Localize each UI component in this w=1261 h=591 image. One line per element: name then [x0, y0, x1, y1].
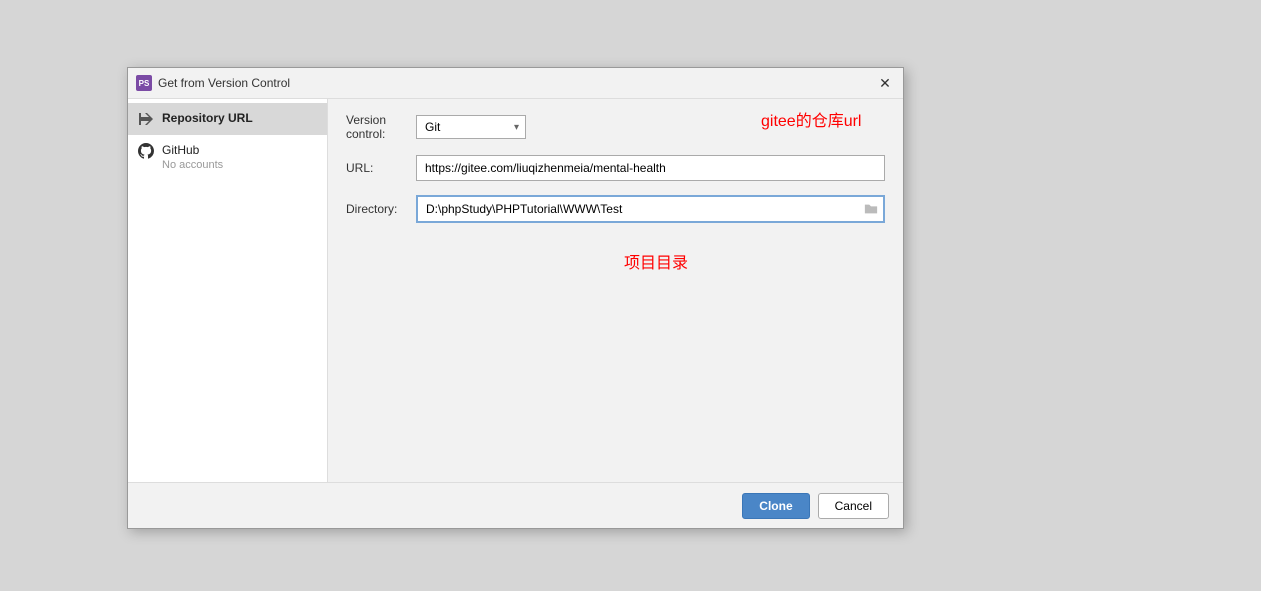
main-panel: Version control: Git URL: Directory: git…	[328, 99, 903, 482]
url-input[interactable]	[416, 155, 885, 181]
repository-icon	[138, 111, 154, 127]
sidebar-item-sublabel: No accounts	[162, 159, 223, 171]
version-control-select[interactable]: Git	[416, 115, 526, 139]
sidebar-item-labels: GitHub No accounts	[162, 143, 223, 171]
directory-input-wrapper	[416, 195, 885, 223]
sidebar-item-github[interactable]: GitHub No accounts	[128, 135, 327, 179]
dialog-title: Get from Version Control	[158, 76, 875, 90]
sidebar: Repository URL GitHub No accounts	[128, 99, 328, 482]
row-directory: Directory:	[346, 195, 885, 223]
sidebar-item-label: Repository URL	[162, 111, 253, 125]
close-icon[interactable]: ✕	[875, 75, 895, 92]
annotation-url: gitee的仓库url	[761, 107, 861, 131]
app-icon: PS	[136, 75, 152, 91]
folder-browse-icon[interactable]	[859, 202, 883, 216]
titlebar: PS Get from Version Control ✕	[128, 68, 903, 98]
annotation-directory: 项目目录	[624, 249, 688, 273]
dialog-body: Repository URL GitHub No accounts Versio…	[128, 98, 903, 482]
cancel-button[interactable]: Cancel	[818, 493, 889, 519]
directory-input[interactable]	[418, 197, 859, 221]
sidebar-item-labels: Repository URL	[162, 111, 253, 125]
github-icon	[138, 143, 154, 159]
clone-button[interactable]: Clone	[742, 493, 809, 519]
sidebar-item-label: GitHub	[162, 143, 223, 157]
version-control-label: Version control:	[346, 113, 416, 141]
url-label: URL:	[346, 161, 416, 175]
sidebar-item-repository-url[interactable]: Repository URL	[128, 103, 327, 135]
dialog-footer: Clone Cancel	[128, 482, 903, 528]
row-url: URL:	[346, 155, 885, 181]
dialog-get-from-vcs: PS Get from Version Control ✕ Repository…	[127, 67, 904, 529]
directory-label: Directory:	[346, 202, 416, 216]
version-control-value: Git	[425, 120, 440, 134]
